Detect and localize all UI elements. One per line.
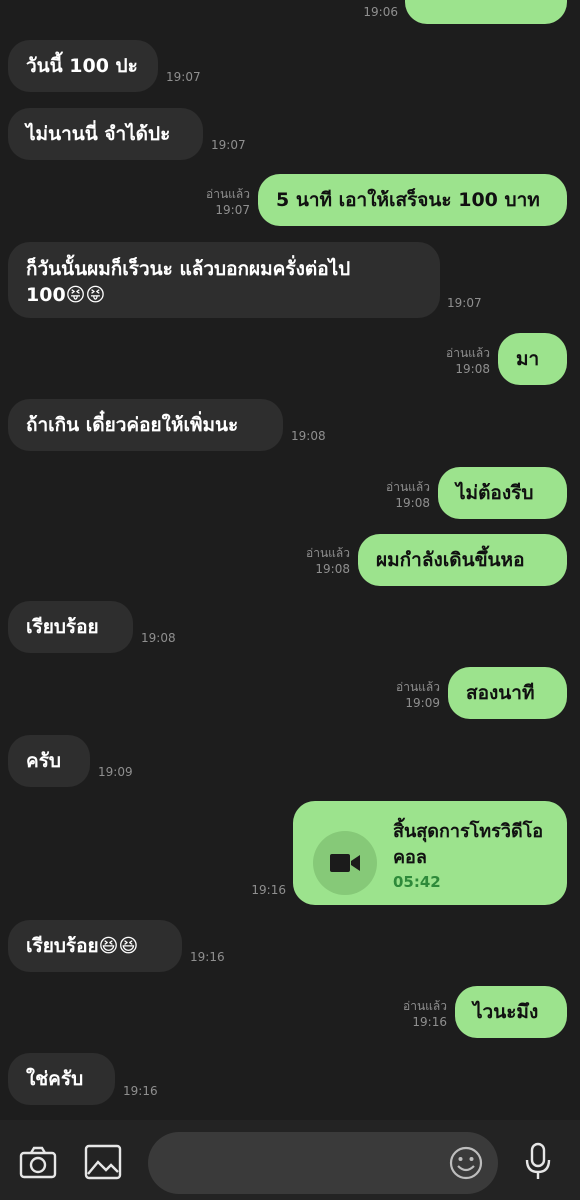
- message-bubble-out[interactable]: ไม่ต้องรีบ: [438, 467, 567, 519]
- message-meta: อ่านแล้ว 19:07: [192, 186, 250, 218]
- message-time: 19:08: [395, 496, 430, 510]
- message-bubble-out[interactable]: สองนาที: [448, 667, 567, 719]
- video-call-bubble[interactable]: สิ้นสุดการโทรวิดีโอคอล 05:42: [293, 801, 567, 905]
- message-input[interactable]: [148, 1132, 498, 1194]
- message-time: 19:09: [98, 765, 133, 779]
- message-bubble-in[interactable]: ครับ: [8, 735, 90, 787]
- message-input-bar: [0, 1120, 580, 1200]
- message-text: ถ้าเกิน เดี๋ยวค่อยให้เพิ่มนะ: [26, 414, 239, 436]
- read-receipt: อ่านแล้ว: [396, 680, 440, 694]
- message-bubble-out[interactable]: มา: [498, 333, 567, 385]
- message-bubble-in[interactable]: ใช่ครับ: [8, 1053, 115, 1105]
- read-receipt: อ่านแล้ว: [206, 187, 250, 201]
- message-time: 19:08: [455, 362, 490, 376]
- message-bubble-out[interactable]: ผมกำลังเดินขึ้นหอ: [358, 534, 567, 586]
- message-text: ใช่ครับ: [26, 1068, 84, 1090]
- image-icon[interactable]: [82, 1142, 124, 1182]
- message-time: 19:16: [190, 950, 225, 964]
- read-receipt: อ่านแล้ว: [386, 480, 430, 494]
- call-status-text: สิ้นสุดการโทรวิดีโอคอล: [393, 821, 544, 868]
- message-bubble-in[interactable]: เรียบร้อย: [8, 601, 133, 653]
- message-text: สองนาที: [466, 682, 535, 704]
- message-time: 19:08: [315, 562, 350, 576]
- message-meta: อ่านแล้ว 19:08: [372, 479, 430, 511]
- message-time: 19:08: [141, 631, 176, 645]
- message-time: 19:07: [166, 70, 201, 84]
- message-time: 19:07: [211, 138, 246, 152]
- message-time: 19:16: [251, 883, 286, 897]
- message-time: 19:07: [447, 296, 482, 310]
- message-meta: 19:06: [352, 4, 398, 20]
- read-receipt: อ่านแล้ว: [306, 546, 350, 560]
- message-text: ไวนะมึง: [473, 1001, 539, 1023]
- video-camera-icon: [330, 854, 360, 872]
- message-text: วันนี้ 100 ปะ: [26, 55, 138, 77]
- message-time: 19:08: [291, 429, 326, 443]
- video-call-button[interactable]: [313, 831, 377, 895]
- message-time: 19:16: [123, 1084, 158, 1098]
- call-duration: 05:42: [393, 873, 441, 891]
- message-bubble-out[interactable]: 5 นาที เอาให้เสร็จนะ 100 บาท: [258, 174, 567, 226]
- message-text: ไม่ต้องรีบ: [456, 482, 534, 504]
- read-receipt: อ่านแล้ว: [446, 346, 490, 360]
- message-text: ครับ: [26, 750, 61, 772]
- message-text: ผมกำลังเดินขึ้นหอ: [376, 549, 525, 571]
- camera-icon[interactable]: [18, 1142, 58, 1182]
- message-bubble-in[interactable]: ก็วันนั้นผมก็เร็วนะ แล้วบอกผมครั่งต่อไป …: [8, 242, 440, 318]
- microphone-icon[interactable]: [518, 1140, 558, 1184]
- chat-area[interactable]: 19:06 วันนี้ 100 ปะ 19:07 ไม่นานนี่ จำได…: [0, 0, 580, 1120]
- message-text: ไม่นานนี่ จำได้ปะ: [26, 123, 171, 145]
- message-text: เรียบร้อย: [26, 616, 99, 638]
- message-time: 19:07: [215, 203, 250, 217]
- message-bubble-in[interactable]: วันนี้ 100 ปะ: [8, 40, 158, 92]
- message-bubble-in[interactable]: ไม่นานนี่ จำได้ปะ: [8, 108, 203, 160]
- message-meta: อ่านแล้ว 19:08: [432, 345, 490, 377]
- read-receipt: อ่านแล้ว: [403, 999, 447, 1013]
- message-bubble-in[interactable]: ถ้าเกิน เดี๋ยวค่อยให้เพิ่มนะ: [8, 399, 283, 451]
- message-meta: อ่านแล้ว 19:09: [382, 679, 440, 711]
- message-time: 19:09: [405, 696, 440, 710]
- message-meta: อ่านแล้ว 19:16: [389, 998, 447, 1030]
- message-text: 5 นาที เอาให้เสร็จนะ 100 บาท: [276, 189, 540, 211]
- message-text: ก็วันนั้นผมก็เร็วนะ แล้วบอกผมครั่งต่อไป …: [26, 258, 351, 306]
- message-bubble-out[interactable]: ไวนะมึง: [455, 986, 567, 1038]
- message-time: 19:06: [363, 5, 398, 19]
- message-time: 19:16: [412, 1015, 447, 1029]
- message-text: มา: [516, 348, 540, 370]
- message-text: เรียบร้อย😆😆: [26, 935, 139, 957]
- emoji-icon[interactable]: [446, 1143, 486, 1183]
- message-bubble-out[interactable]: [405, 0, 567, 24]
- message-bubble-in[interactable]: เรียบร้อย😆😆: [8, 920, 182, 972]
- message-meta: อ่านแล้ว 19:08: [292, 545, 350, 577]
